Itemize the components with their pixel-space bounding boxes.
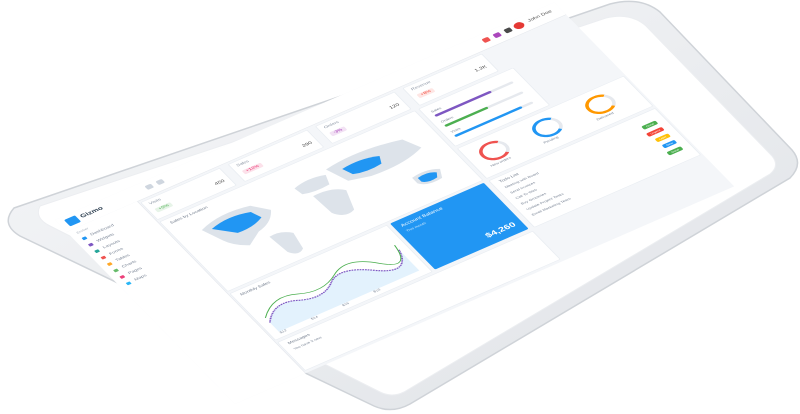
stat-title: Visits — [148, 198, 163, 206]
sidebar-item-icon — [100, 255, 107, 260]
sidebar-item-icon — [81, 236, 88, 241]
stat-title: Sales — [235, 159, 251, 168]
sidebar-item-icon — [93, 248, 101, 253]
dashboard: Gizmo John Doe Ember Dashboard Widgets Lay… — [55, 2, 735, 405]
mail-icon[interactable] — [492, 31, 503, 39]
menu-icon[interactable] — [144, 183, 155, 190]
sidebar-item-label: Maps — [133, 273, 148, 282]
screen: Gizmo John Doe Ember Dashboard Widgets Lay… — [0, 0, 800, 414]
sidebar-item-icon — [106, 261, 113, 266]
settings-icon[interactable] — [503, 27, 514, 34]
stat-value: 120 — [388, 102, 401, 110]
sidebar-item-icon — [125, 281, 132, 286]
sidebar-item-icon — [119, 274, 126, 279]
search-icon[interactable] — [155, 178, 166, 186]
stat-badge: +5% — [154, 202, 174, 213]
map-africa — [313, 189, 355, 216]
avatar[interactable] — [511, 20, 527, 31]
stat-value: 450 — [213, 178, 227, 187]
stat-badge: -3% — [328, 126, 348, 137]
stat-value: 290 — [301, 140, 314, 149]
sidebar-item-icon — [87, 242, 94, 247]
map-south-america — [269, 232, 304, 254]
sidebar-item-icon — [112, 268, 119, 273]
user-name[interactable]: John Doe — [527, 9, 554, 22]
logo-icon — [63, 215, 82, 227]
stat-badge: +8% — [416, 87, 436, 99]
donut-chart — [526, 113, 569, 141]
todo-tag: Done — [666, 146, 684, 156]
todo-tag: New — [661, 139, 678, 149]
stat-value: 1.2K — [473, 64, 489, 73]
notification-icon[interactable] — [481, 36, 492, 44]
tablet-device: Gizmo John Doe Ember Dashboard Widgets Lay… — [0, 0, 800, 414]
balance-amount: $4,260 — [482, 220, 518, 240]
